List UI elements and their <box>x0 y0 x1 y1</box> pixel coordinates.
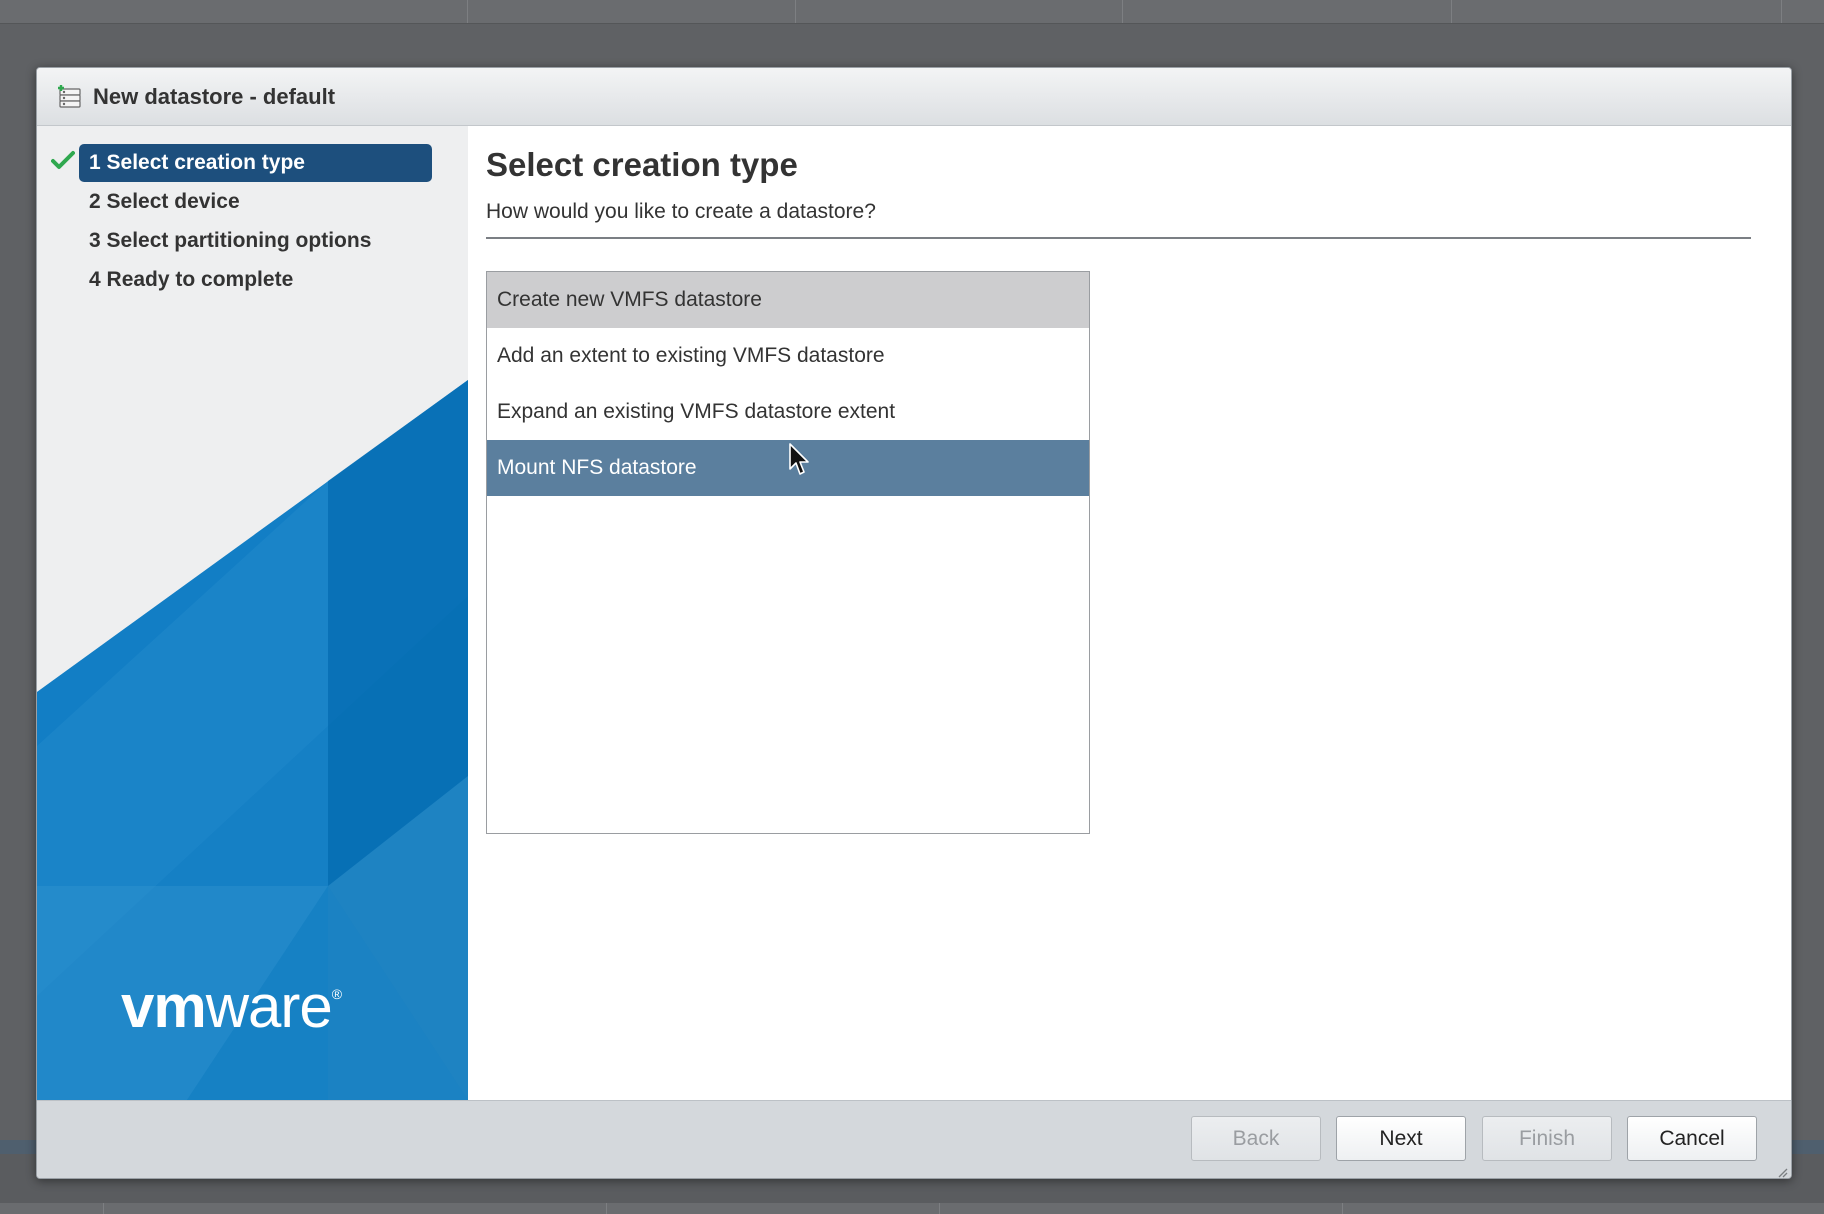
next-button[interactable]: Next <box>1336 1116 1466 1161</box>
wizard-step-4[interactable]: 4 Ready to complete <box>37 261 468 299</box>
datastore-icon <box>57 84 83 110</box>
page-subtitle: How would you like to create a datastore… <box>486 200 876 223</box>
divider <box>486 237 1751 239</box>
step-number: 1 <box>89 151 101 174</box>
finish-button[interactable]: Finish <box>1482 1116 1612 1161</box>
step-number: 4 <box>89 268 101 291</box>
step-number: 3 <box>89 229 101 252</box>
step-text: Ready to complete <box>106 268 294 291</box>
wizard-step-2[interactable]: 2 Select device <box>37 183 468 221</box>
wizard-step-label: 2 Select device <box>79 183 432 221</box>
wizard-step-3[interactable]: 3 Select partitioning options <box>37 222 468 260</box>
background-column <box>1452 0 1782 23</box>
dialog-titlebar[interactable]: New datastore - default <box>37 68 1791 126</box>
mouse-cursor-icon <box>789 443 809 475</box>
dialog-title: New datastore - default <box>93 83 336 109</box>
background-column <box>1123 0 1452 23</box>
back-button[interactable]: Back <box>1191 1116 1321 1161</box>
background-column <box>468 0 796 23</box>
resize-grip-icon[interactable] <box>1776 1165 1788 1178</box>
wizard-step-label: 1 Select creation type <box>79 144 432 182</box>
wizard-content: Select creation type How would you like … <box>468 126 1791 1100</box>
background-column <box>607 1203 940 1214</box>
check-icon <box>51 149 75 173</box>
background-column <box>796 0 1123 23</box>
option-expand-extent[interactable]: Expand an existing VMFS datastore extent <box>487 384 1089 440</box>
wizard-step-1[interactable]: 1 Select creation type <box>37 144 468 182</box>
creation-type-list[interactable]: Create new VMFS datastore Add an extent … <box>486 271 1090 834</box>
option-create-vmfs[interactable]: Create new VMFS datastore <box>487 272 1089 328</box>
page-title: Select creation type <box>486 146 798 183</box>
background-column <box>0 1203 104 1214</box>
step-text: Select creation type <box>106 151 305 174</box>
cancel-button[interactable]: Cancel <box>1627 1116 1757 1161</box>
option-mount-nfs[interactable]: Mount NFS datastore <box>487 440 1089 496</box>
wizard-nav: 1 Select creation type 2 Select device 3… <box>37 126 468 1100</box>
step-number: 2 <box>89 190 101 213</box>
dialog-footer: Back Next Finish Cancel <box>37 1100 1791 1178</box>
background-column <box>0 0 468 23</box>
option-add-extent[interactable]: Add an extent to existing VMFS datastore <box>487 328 1089 384</box>
step-text: Select device <box>106 190 240 213</box>
wizard-step-label: 4 Ready to complete <box>79 261 432 299</box>
background-column <box>104 1203 607 1214</box>
wizard-step-label: 3 Select partitioning options <box>79 222 432 260</box>
vmware-logo: vmware® <box>121 973 342 1040</box>
background-row <box>0 1203 1824 1214</box>
step-text: Select partitioning options <box>106 229 372 252</box>
new-datastore-dialog: New datastore - default 1 Select creatio… <box>36 67 1792 1179</box>
background-header <box>0 0 1824 24</box>
background-column <box>940 1203 1343 1214</box>
wizard-steps: 1 Select creation type 2 Select device 3… <box>37 144 468 300</box>
